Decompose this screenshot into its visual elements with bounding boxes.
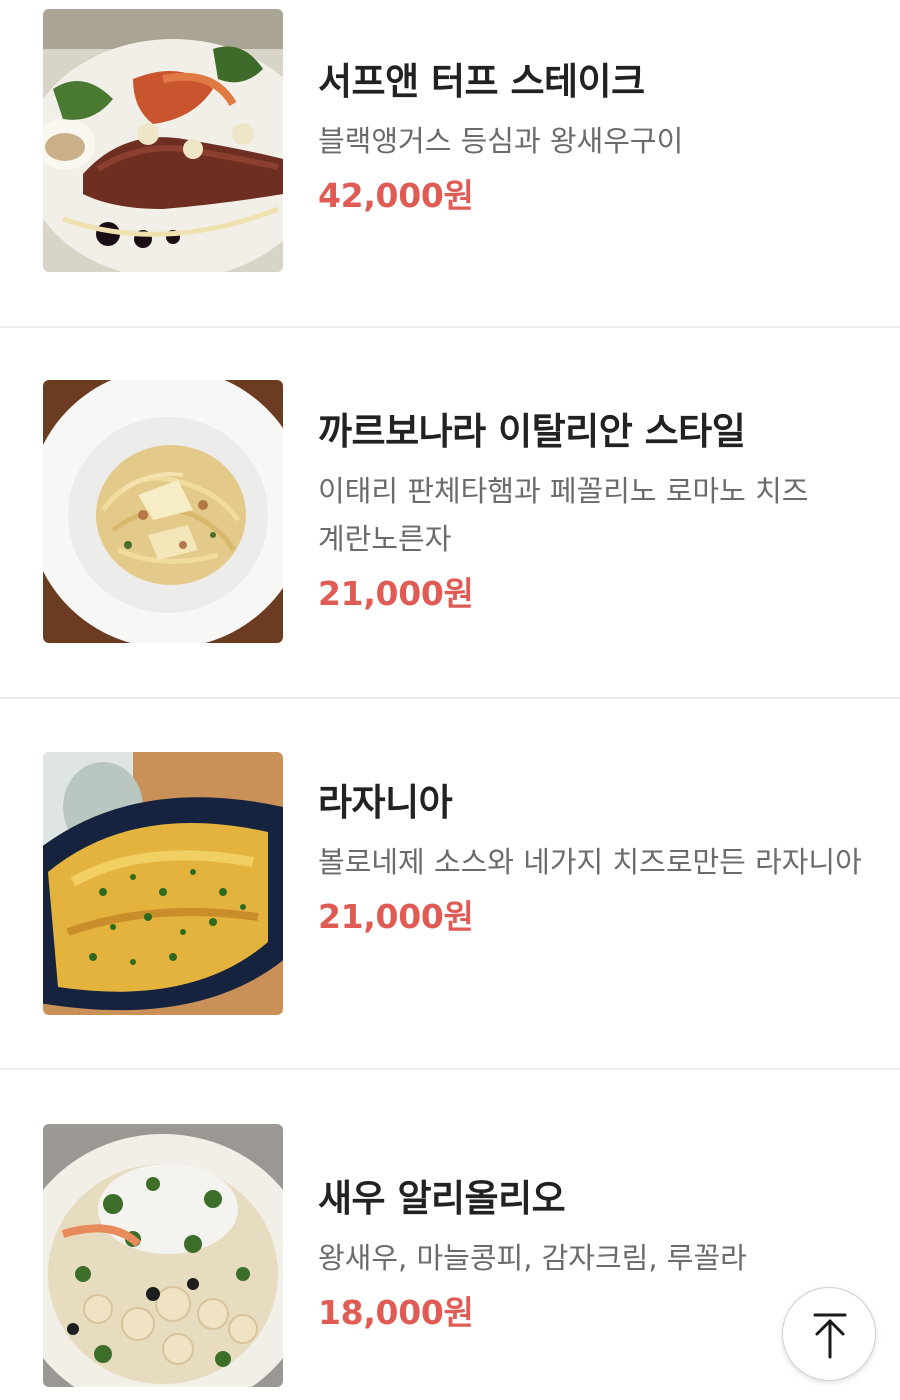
menu-item-info: 라자니아 볼로네제 소스와 네가지 치즈로만든 라자니아 21,000원 [318,777,878,942]
menu-item-name: 새우 알리올리오 [318,1177,566,1220]
menu-item[interactable]: 새우 알리올리오 왕새우, 마늘콩피, 감자크림, 루꼴라 18,000원 [0,1070,900,1400]
menu-item-description: 왕새우, 마늘콩피, 감자크림, 루꼴라 [318,1241,747,1275]
menu-item-description: 이태리 판체타햄과 페꼴리노 로마노 치즈 계란노른자 [318,474,809,556]
menu-item-name: 까르보나라 이탈리안 스타일 [318,410,746,453]
arrow-up-icon [813,1313,847,1359]
menu-item-price: 42,000원 [318,176,474,215]
menu-item[interactable]: 라자니아 볼로네제 소스와 네가지 치즈로만든 라자니아 21,000원 [0,699,900,1068]
menu-item-name: 서프앤 터프 스테이크 [318,60,645,103]
carbonara-pasta-photo [43,380,283,643]
menu-item-description: 블랙앵거스 등심과 왕새우구이 [318,124,684,158]
menu-item-price: 21,000원 [318,897,474,936]
menu-item[interactable]: 까르보나라 이탈리안 스타일 이태리 판체타햄과 페꼴리노 로마노 치즈 계란노… [0,328,900,697]
lasagna-dish-photo [43,752,283,1015]
menu-item-info: 서프앤 터프 스테이크 블랙앵거스 등심과 왕새우구이 42,000원 [318,56,878,221]
menu-item-price: 21,000원 [318,574,474,613]
menu-item-name: 라자니아 [318,781,453,824]
menu-item-description: 볼로네제 소스와 네가지 치즈로만든 라자니아 [318,845,862,879]
scroll-to-top-button[interactable] [782,1287,876,1381]
menu-item-info: 까르보나라 이탈리안 스타일 이태리 판체타햄과 페꼴리노 로마노 치즈 계란노… [318,406,878,619]
steak-dish-photo [43,9,283,272]
menu-item[interactable]: 서프앤 터프 스테이크 블랙앵거스 등심과 왕새우구이 42,000원 [0,0,900,326]
shrimp-aglio-olio-photo [43,1124,283,1387]
